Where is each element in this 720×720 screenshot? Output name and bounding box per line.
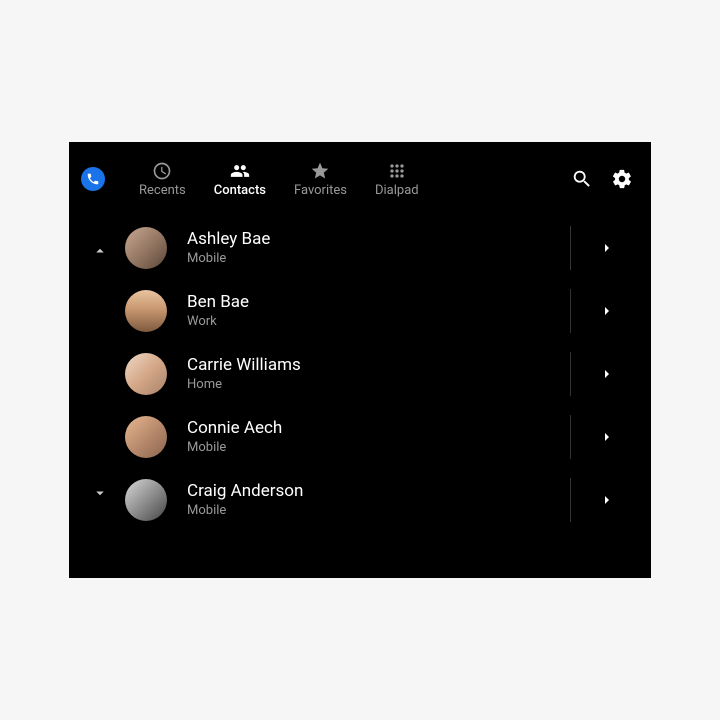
phone-app-icon[interactable] [81,167,105,191]
contact-type: Home [187,377,560,392]
tab-recents[interactable]: Recents [125,161,200,198]
search-icon[interactable] [571,168,593,190]
scroll-up-button[interactable] [91,242,109,264]
chevron-right-icon [599,303,615,319]
people-icon [230,161,250,181]
contact-info: Ben Bae Work [187,292,560,329]
contacts-list: Ashley Bae Mobile Ben Bae Work Carrie Wi… [69,216,651,531]
tab-bar: Recents Contacts Favorites Dialpad [125,161,571,198]
divider [570,289,571,333]
contact-name: Craig Anderson [187,481,560,501]
tab-label: Contacts [214,183,266,198]
divider [570,226,571,270]
contact-name: Connie Aech [187,418,560,438]
chevron-right-icon [599,492,615,508]
contact-row[interactable]: Connie Aech Mobile [125,405,651,468]
contact-name: Carrie Williams [187,355,560,375]
chevron-down-icon [91,484,109,502]
contact-info: Connie Aech Mobile [187,418,560,455]
clock-icon [152,161,172,181]
contact-type: Mobile [187,503,560,518]
contact-row[interactable]: Craig Anderson Mobile [125,468,651,531]
phone-app-screen: Recents Contacts Favorites Dialpad [69,142,651,578]
tab-label: Dialpad [375,183,419,198]
avatar [125,227,167,269]
contact-action-button[interactable] [585,366,629,382]
contact-row[interactable]: Carrie Williams Home [125,342,651,405]
avatar [125,290,167,332]
avatar [125,353,167,395]
phone-icon [86,172,100,186]
contact-row[interactable]: Ben Bae Work [125,279,651,342]
tab-dialpad[interactable]: Dialpad [361,161,433,198]
contact-type: Work [187,314,560,329]
divider [570,352,571,396]
contact-row[interactable]: Ashley Bae Mobile [125,216,651,279]
contact-action-button[interactable] [585,429,629,445]
chevron-right-icon [599,429,615,445]
scroll-down-button[interactable] [91,484,109,506]
contact-type: Mobile [187,440,560,455]
chevron-right-icon [599,366,615,382]
divider [570,415,571,459]
dialpad-icon [387,161,407,181]
contact-action-button[interactable] [585,492,629,508]
gear-icon[interactable] [611,168,633,190]
divider [570,478,571,522]
avatar [125,479,167,521]
contact-info: Craig Anderson Mobile [187,481,560,518]
contact-action-button[interactable] [585,240,629,256]
contact-info: Ashley Bae Mobile [187,229,560,266]
contact-type: Mobile [187,251,560,266]
tab-label: Recents [139,183,186,198]
contact-name: Ashley Bae [187,229,560,249]
contact-info: Carrie Williams Home [187,355,560,392]
chevron-right-icon [599,240,615,256]
chevron-up-icon [91,242,109,260]
avatar [125,416,167,458]
header-bar: Recents Contacts Favorites Dialpad [69,142,651,216]
header-actions [571,168,633,190]
contact-name: Ben Bae [187,292,560,312]
contact-action-button[interactable] [585,303,629,319]
tab-favorites[interactable]: Favorites [280,161,361,198]
tab-label: Favorites [294,183,347,198]
tab-contacts[interactable]: Contacts [200,161,280,198]
star-icon [310,161,330,181]
